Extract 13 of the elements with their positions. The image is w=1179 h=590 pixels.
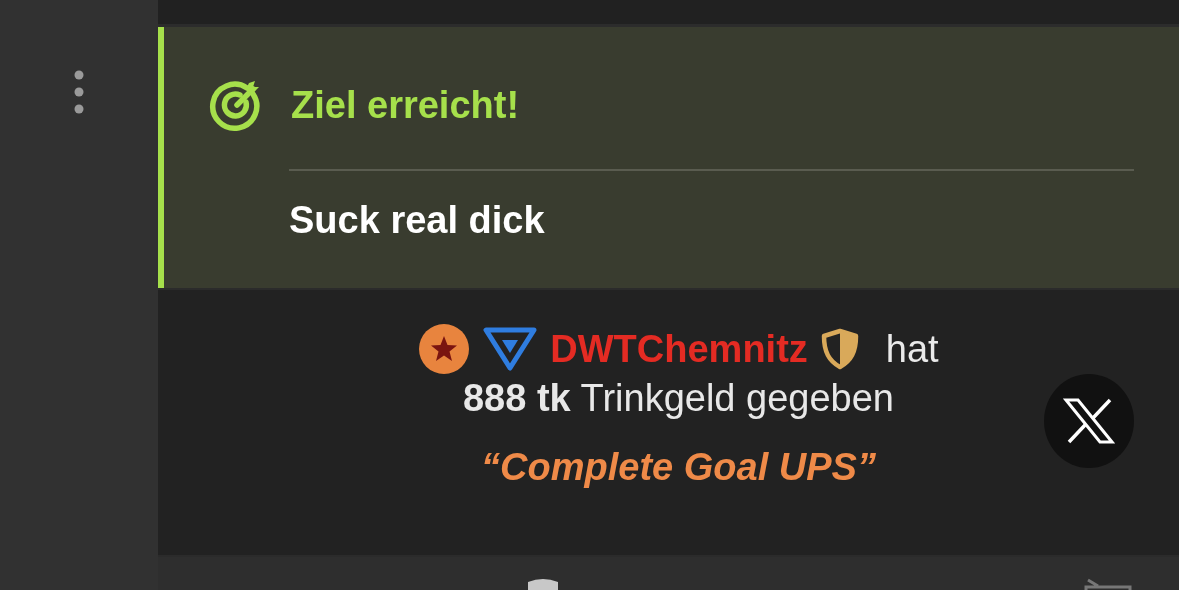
tip-amount-text: 888 tk Trinkgeld gegeben bbox=[463, 377, 894, 420]
star-badge-icon bbox=[418, 323, 471, 375]
tip-verb: hat bbox=[885, 327, 939, 371]
goal-message: Suck real dick bbox=[289, 199, 545, 242]
x-logo-icon bbox=[1063, 398, 1115, 444]
tip-message: “Complete Goal UPS” bbox=[481, 446, 876, 489]
username-link[interactable]: DWTChemnitz bbox=[550, 327, 808, 371]
more-options-icon[interactable] bbox=[74, 70, 84, 114]
triangle-icon bbox=[483, 327, 538, 371]
cup-icon bbox=[526, 578, 560, 590]
shield-icon bbox=[820, 328, 859, 370]
goal-title: Ziel erreicht! bbox=[291, 83, 520, 127]
screen-icon bbox=[1084, 578, 1132, 590]
